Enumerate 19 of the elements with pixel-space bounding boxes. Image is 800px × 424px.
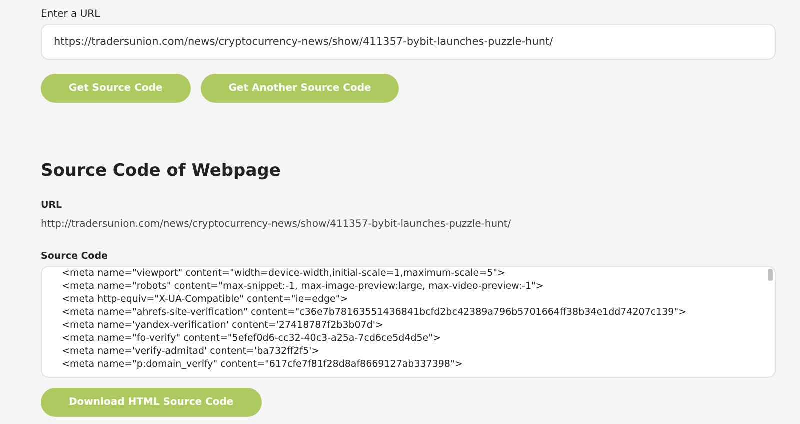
code-line: <meta name="robots" content="max-snippet:-1, max-image-preview:large, max-video-preview:-1"> <box>62 280 544 293</box>
get-source-code-button[interactable]: Get Source Code <box>41 74 191 103</box>
download-html-button[interactable]: Download HTML Source Code <box>41 388 262 417</box>
url-label: Enter a URL <box>41 9 100 20</box>
source-code-field[interactable] <box>41 266 776 378</box>
get-another-source-code-button[interactable]: Get Another Source Code <box>200 74 400 103</box>
scrollbar-thumb[interactable] <box>768 269 773 281</box>
code-line: <meta name='yandex-verification' content='27418787f2b3b07d'> <box>62 319 384 332</box>
url-heading: URL <box>41 200 62 211</box>
code-line: <meta name="p:domain_verify" content="617cfe7f81f28d8af8669127ab337398"> <box>62 358 463 371</box>
code-line: <meta name="fo-verify" content="5efef0d6-cc32-40c3-a25a-7cd6ce5d4d5e"> <box>62 332 441 345</box>
code-line: <meta name="viewport" content="width=device-width,initial-scale=1,maximum-scale=5"> <box>62 267 506 280</box>
url-text: http://tradersunion.com/news/cryptocurrency-news/show/411357-bybit-launches-puzzle-hunt/ <box>41 219 512 230</box>
source-code-heading: Source Code <box>41 251 108 262</box>
section-heading: Source Code of Webpage <box>41 161 281 181</box>
code-line: <meta http-equiv="X-UA-Compatible" content="ie=edge"> <box>62 293 348 306</box>
code-line: <meta name='verify-admitad' content='ba732ff2f5'> <box>62 345 320 358</box>
code-line: <meta name="ahrefs-site-verification" content="c36e7b78163551436841bcfd2bc42389a796b5701664ff38b34e1dd74207c139"> <box>62 306 687 319</box>
url-input-field[interactable]: https://tradersunion.com/news/cryptocurrency-news/show/411357-bybit-launches-puzzle-hunt/ <box>41 24 776 60</box>
